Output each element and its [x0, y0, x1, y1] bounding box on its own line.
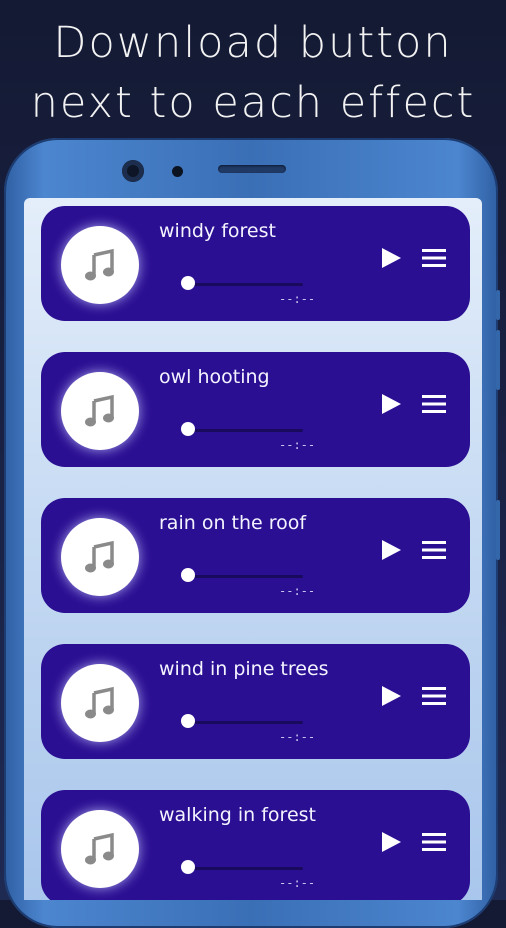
- menu-icon[interactable]: [421, 393, 447, 415]
- duration-label: --:--: [279, 292, 316, 306]
- progress-track[interactable]: [187, 721, 303, 724]
- album-art: [61, 664, 139, 742]
- proximity-sensor: [172, 166, 183, 177]
- sound-card: windy forest --:--: [41, 206, 470, 321]
- headline-line-1: Download button: [53, 18, 453, 68]
- seek-handle[interactable]: [181, 422, 195, 436]
- play-icon[interactable]: [379, 830, 403, 854]
- sound-title: walking in forest: [159, 804, 316, 826]
- music-note-icon: [85, 248, 114, 281]
- sound-title: windy forest: [159, 220, 276, 242]
- app-screen: windy forest --:-- owl hooting --:-- rai…: [24, 198, 482, 900]
- headline-line-2: next to each effect: [30, 78, 476, 128]
- progress-track[interactable]: [187, 867, 303, 870]
- play-icon[interactable]: [379, 392, 403, 416]
- earpiece-speaker: [218, 165, 286, 173]
- phone-side-button: [496, 330, 500, 390]
- album-art: [61, 372, 139, 450]
- sound-title: owl hooting: [159, 366, 270, 388]
- music-note-icon: [85, 540, 114, 573]
- phone-side-button: [496, 290, 500, 320]
- play-icon[interactable]: [379, 538, 403, 562]
- duration-label: --:--: [279, 876, 316, 890]
- music-note-icon: [85, 832, 114, 865]
- progress-track[interactable]: [187, 429, 303, 432]
- duration-label: --:--: [279, 438, 316, 452]
- sound-card: rain on the roof --:--: [41, 498, 470, 613]
- sound-card: walking in forest --:--: [41, 790, 470, 900]
- progress-track[interactable]: [187, 283, 303, 286]
- menu-icon[interactable]: [421, 247, 447, 269]
- duration-label: --:--: [279, 730, 316, 744]
- album-art: [61, 518, 139, 596]
- seek-handle[interactable]: [181, 860, 195, 874]
- phone-side-button: [496, 500, 500, 560]
- play-icon[interactable]: [379, 246, 403, 270]
- seek-handle[interactable]: [181, 276, 195, 290]
- front-camera: [122, 160, 144, 182]
- sound-card: owl hooting --:--: [41, 352, 470, 467]
- progress-track[interactable]: [187, 575, 303, 578]
- album-art: [61, 226, 139, 304]
- menu-icon[interactable]: [421, 539, 447, 561]
- seek-handle[interactable]: [181, 568, 195, 582]
- menu-icon[interactable]: [421, 685, 447, 707]
- play-icon[interactable]: [379, 684, 403, 708]
- seek-handle[interactable]: [181, 714, 195, 728]
- duration-label: --:--: [279, 584, 316, 598]
- music-note-icon: [85, 394, 114, 427]
- menu-icon[interactable]: [421, 831, 447, 853]
- music-note-icon: [85, 686, 114, 719]
- sound-title: wind in pine trees: [159, 658, 329, 680]
- album-art: [61, 810, 139, 888]
- sound-title: rain on the roof: [159, 512, 307, 534]
- sound-card: wind in pine trees --:--: [41, 644, 470, 759]
